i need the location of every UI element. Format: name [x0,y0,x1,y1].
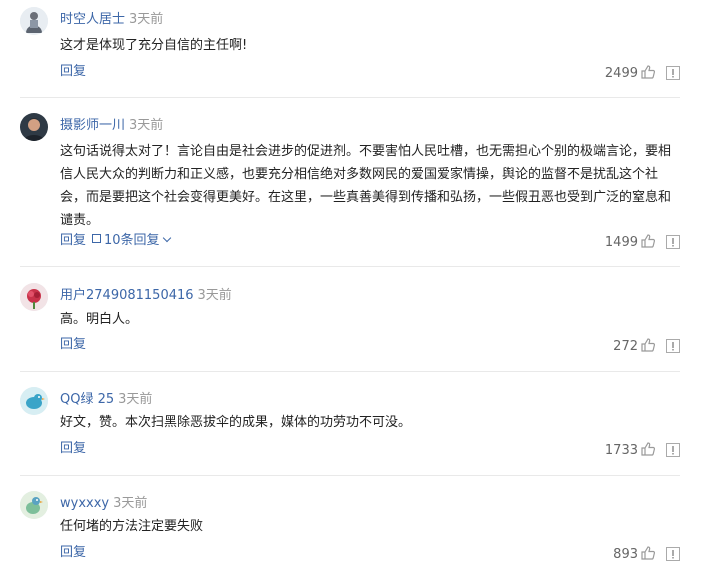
like-count: 893 [613,547,638,562]
avatar[interactable] [20,387,48,415]
username[interactable]: 用户2749081150416 [60,288,194,303]
reply-button[interactable]: 回复 [60,337,86,352]
thumbs-up-icon[interactable] [640,545,656,566]
avatar[interactable] [20,7,48,35]
chevron-down-icon[interactable] [162,233,171,243]
comment-text: 好文，赞。本次扫黑除恶拔伞的成果，媒体的功劳功不可没。 [60,415,412,430]
thumbs-up-icon[interactable] [640,233,656,254]
divider [20,266,680,267]
username[interactable]: wyxxxy [60,496,109,511]
comment-text: 任何堵的方法注定要失败 [60,519,204,534]
comment-text: 这才是体现了充分自信的主任啊! [60,38,248,53]
timestamp: 3天前 [197,288,232,303]
username[interactable]: 摄影师一川 [60,118,125,133]
username[interactable]: 时空人居士 [60,12,125,27]
like-count: 272 [613,339,638,354]
reply-button[interactable]: 回复 [60,233,86,248]
thumbs-up-icon[interactable] [640,337,656,358]
avatar[interactable] [20,283,48,311]
username[interactable]: QQ绿 25 [60,392,114,407]
report-icon[interactable] [666,443,680,462]
timestamp: 3天前 [113,496,148,511]
avatar[interactable] [20,491,48,519]
timestamp: 3天前 [129,12,164,27]
report-icon[interactable] [666,66,680,85]
comment-box-icon [92,234,102,243]
reply-button[interactable]: 回复 [60,64,86,79]
like-count: 1499 [604,235,638,250]
comment-text: 高。明白人。 [60,312,139,327]
timestamp: 3天前 [118,392,153,407]
reply-button[interactable]: 回复 [60,545,86,560]
report-icon[interactable] [666,339,680,358]
divider [20,475,680,476]
comment-text: 这句话说得太对了！言论自由是社会进步的促进剂。不要害怕人民吐槽，也无需担心个别的… [60,144,672,228]
like-count: 2499 [604,66,638,81]
reply-button[interactable]: 回复 [60,441,86,456]
thumbs-up-icon[interactable] [640,64,656,85]
divider [20,97,680,98]
replies-toggle[interactable]: 10条回复 [104,233,160,248]
thumbs-up-icon[interactable] [640,441,656,462]
timestamp: 3天前 [129,118,164,133]
divider [20,371,680,372]
report-icon[interactable] [666,547,680,566]
report-icon[interactable] [666,235,680,254]
avatar[interactable] [20,113,48,141]
like-count: 1733 [604,443,638,458]
